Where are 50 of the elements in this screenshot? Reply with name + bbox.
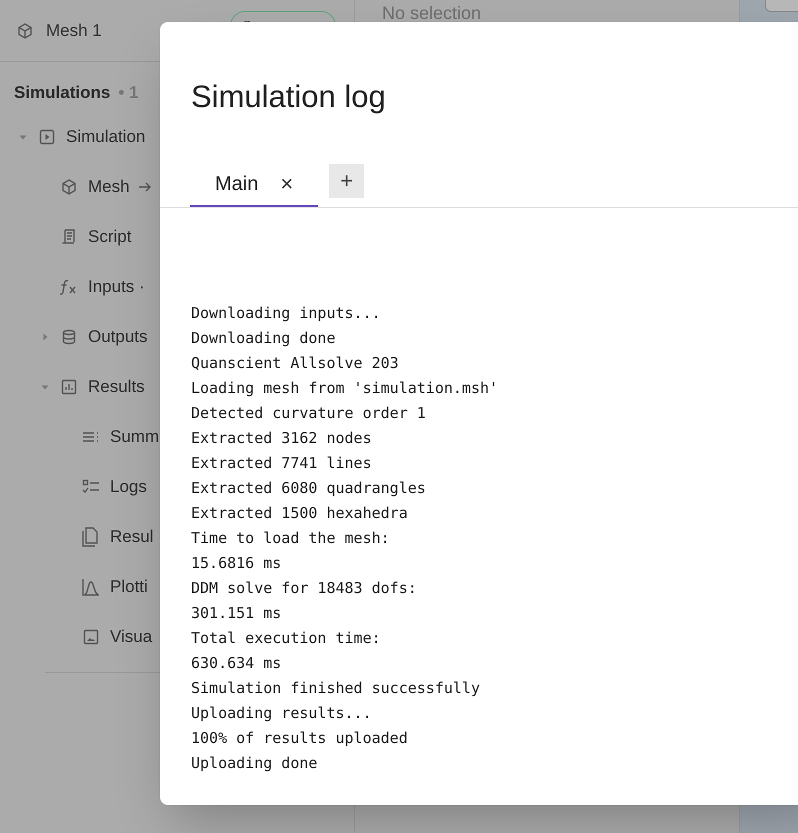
log-line: DDM solve for 18483 dofs: xyxy=(191,578,418,599)
log-line: Extracted 3162 nodes xyxy=(191,428,373,449)
tree-item-label[interactable]: Script xyxy=(88,224,132,250)
tree-item-label[interactable]: Summ xyxy=(110,424,160,450)
arrow-right-icon xyxy=(138,180,152,192)
log-line: Downloading done xyxy=(191,328,336,349)
log-line: Downloading inputs... xyxy=(191,303,382,324)
log-line: Simulation finished successfully xyxy=(191,678,481,699)
list-icon xyxy=(82,430,100,444)
tab[interactable]: Main × xyxy=(190,163,318,207)
image-icon xyxy=(83,628,99,644)
tree-item-label[interactable]: Logs xyxy=(110,474,147,500)
log-line: 15.6816 ms xyxy=(191,553,282,574)
log-line: Extracted 7741 lines xyxy=(191,453,373,474)
bar-chart-icon xyxy=(61,378,77,394)
log-line: Extracted 6080 quadrangles xyxy=(191,478,427,499)
scroll-icon xyxy=(61,228,77,246)
tree-item-label[interactable]: Visua xyxy=(110,624,152,650)
tree-item-label[interactable]: Plotti xyxy=(110,574,148,600)
tree-item-label[interactable]: Results xyxy=(88,374,145,400)
log-line: Total execution time: xyxy=(191,628,382,649)
tree-item-label[interactable]: Outputs xyxy=(88,324,148,350)
log-line: 301.151 ms xyxy=(191,603,282,624)
log-line: Loading mesh from 'simulation.msh' xyxy=(191,378,498,399)
log-line: Uploading done xyxy=(191,753,318,774)
document-icon xyxy=(82,526,100,546)
play-square-icon xyxy=(39,128,55,144)
add-tab-button[interactable]: + xyxy=(329,164,364,198)
database-icon xyxy=(61,328,77,344)
cube-icon xyxy=(60,178,78,196)
section-title: Simulations xyxy=(14,82,110,104)
tree-item-label[interactable]: Inputs · xyxy=(88,274,145,300)
log-line: Quanscient Allsolve 203 xyxy=(191,353,400,374)
mesh-title: Mesh 1 xyxy=(46,20,102,42)
cube-icon xyxy=(16,22,34,40)
dialog-title: Simulation log xyxy=(191,78,386,116)
tree-item-label[interactable]: Simulation xyxy=(66,124,146,150)
log-line: 630.634 ms xyxy=(191,653,282,674)
log-line: 100% of results uploaded xyxy=(191,728,409,749)
checklist-icon xyxy=(82,478,100,494)
log-line: Time to load the mesh: xyxy=(191,528,391,549)
close-tab-button[interactable]: × xyxy=(280,173,294,195)
log-line: Detected curvature order 1 xyxy=(191,403,427,424)
empty-state-text: No selection xyxy=(382,2,482,25)
tree-item-label[interactable]: Resul xyxy=(110,524,154,550)
log-line: Extracted 1500 hexahedra xyxy=(191,503,409,524)
log-line: Uploading results... xyxy=(191,703,373,724)
curve-icon xyxy=(82,578,100,596)
tab-label: Main xyxy=(215,172,258,197)
tree-item-label[interactable]: Mesh xyxy=(88,174,130,200)
